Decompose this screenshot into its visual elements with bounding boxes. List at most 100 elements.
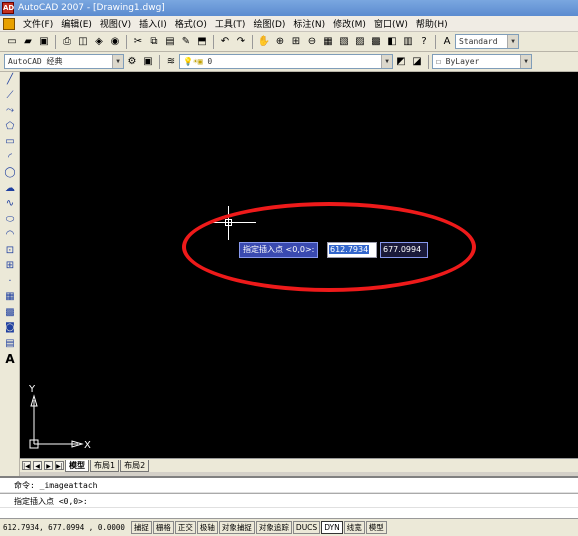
make-object-layer-current-icon[interactable]: ◩ xyxy=(394,55,408,69)
chevron-down-icon: ▼ xyxy=(112,55,123,68)
sheet-set-icon[interactable]: ▩ xyxy=(369,35,383,49)
tab-model[interactable]: 模型 xyxy=(65,459,89,472)
rectangle-icon[interactable]: ▭ xyxy=(0,134,20,150)
cut-icon[interactable]: ✂ xyxy=(131,35,145,49)
ellipse-arc-icon[interactable]: ◠ xyxy=(0,227,20,243)
layer-manager-icon[interactable]: ≋ xyxy=(164,55,178,69)
block-editor-icon[interactable]: ⬒ xyxy=(195,35,209,49)
menu-view[interactable]: 视图(V) xyxy=(96,17,135,30)
lineweight-toggle[interactable]: 线宽 xyxy=(343,521,365,534)
save-workspace-icon[interactable]: ▣ xyxy=(141,55,155,69)
insert-block-icon[interactable]: ⊡ xyxy=(0,243,20,259)
osnap-toggle[interactable]: 对象捕捉 xyxy=(218,521,255,534)
print-icon[interactable]: ⎙ xyxy=(60,35,74,49)
grid-toggle[interactable]: 栅格 xyxy=(152,521,174,534)
next-tab-icon[interactable]: ▶ xyxy=(44,461,53,470)
tool-palettes-icon[interactable]: ▨ xyxy=(353,35,367,49)
make-block-icon[interactable]: ⊞ xyxy=(0,258,20,274)
snap-toggle[interactable]: 捕捉 xyxy=(130,521,152,534)
arc-icon[interactable]: ◜ xyxy=(0,150,20,166)
linetype-select[interactable]: ☐ ByLayer ▼ xyxy=(432,54,532,69)
plot-preview-icon[interactable]: ◫ xyxy=(76,35,90,49)
zoom-window-icon[interactable]: ⊞ xyxy=(289,35,303,49)
menu-format[interactable]: 格式(O) xyxy=(171,17,211,30)
menu-draw[interactable]: 绘图(D) xyxy=(249,17,289,30)
tab-layout2[interactable]: 布局2 xyxy=(120,459,150,472)
layer-select[interactable]: 💡☀▣ 0 ▼ xyxy=(179,54,393,69)
command-current-prompt[interactable]: 指定插入点 <0,0>: xyxy=(0,493,578,508)
menu-window[interactable]: 窗口(W) xyxy=(370,17,412,30)
annotation-highlight-ellipse xyxy=(182,202,476,292)
point-icon[interactable]: · xyxy=(0,274,20,290)
save-icon[interactable]: ▣ xyxy=(37,35,51,49)
line-icon[interactable]: ╱ xyxy=(0,72,20,88)
hatch-icon[interactable]: ▦ xyxy=(0,289,20,305)
otrack-toggle[interactable]: 对象追踪 xyxy=(255,521,292,534)
properties-icon[interactable]: ▦ xyxy=(321,35,335,49)
ucs-y-label: Y xyxy=(28,384,36,395)
toolbar-separator xyxy=(55,34,56,49)
polygon-icon[interactable]: ⬠ xyxy=(0,119,20,135)
construction-line-icon[interactable]: ⟋ xyxy=(0,88,20,104)
table-icon[interactable]: ▤ xyxy=(0,336,20,352)
menu-help[interactable]: 帮助(H) xyxy=(412,17,452,30)
open-file-icon[interactable]: ▰ xyxy=(21,35,35,49)
model-toggle[interactable]: 模型 xyxy=(365,521,387,534)
text-style-icon[interactable]: A xyxy=(440,35,454,49)
undo-icon[interactable]: ↶ xyxy=(218,35,232,49)
text-style-select[interactable]: Standard ▼ xyxy=(455,34,519,49)
last-tab-icon[interactable]: ▶| xyxy=(55,461,64,470)
draw-toolbar: ╱ ⟋ ⤳ ⬠ ▭ ◜ ◯ ☁ ∿ ⬭ ◠ ⊡ ⊞ · ▦ ▩ ◙ ▤ A xyxy=(0,72,20,476)
menu-tools[interactable]: 工具(T) xyxy=(211,17,250,30)
paste-icon[interactable]: ▤ xyxy=(163,35,177,49)
calculator-icon[interactable]: ▥ xyxy=(401,35,415,49)
workspace-settings-icon[interactable]: ⚙ xyxy=(125,55,139,69)
polar-toggle[interactable]: 极轴 xyxy=(196,521,218,534)
redo-icon[interactable]: ↷ xyxy=(234,35,248,49)
region-icon[interactable]: ◙ xyxy=(0,320,20,336)
menu-edit[interactable]: 编辑(E) xyxy=(57,17,96,30)
match-properties-icon[interactable]: ✎ xyxy=(179,35,193,49)
menu-insert[interactable]: 插入(I) xyxy=(135,17,171,30)
gradient-icon[interactable]: ▩ xyxy=(0,305,20,321)
command-history-line: 命令: _imageattach xyxy=(0,478,578,493)
spline-icon[interactable]: ∿ xyxy=(0,196,20,212)
menu-dimension[interactable]: 标注(N) xyxy=(289,17,329,30)
pan-icon[interactable]: ✋ xyxy=(257,35,271,49)
3d-dwf-icon[interactable]: ◉ xyxy=(108,35,122,49)
document-icon[interactable] xyxy=(3,17,15,30)
revision-cloud-icon[interactable]: ☁ xyxy=(0,181,20,197)
publish-icon[interactable]: ◈ xyxy=(92,35,106,49)
menu-file[interactable]: 文件(F) xyxy=(19,17,57,30)
zoom-realtime-icon[interactable]: ⊕ xyxy=(273,35,287,49)
command-window[interactable]: 命令: _imageattach 指定插入点 <0,0>: xyxy=(0,476,578,518)
tab-layout1[interactable]: 布局1 xyxy=(90,459,120,472)
chevron-down-icon: ▼ xyxy=(520,55,531,68)
workspace-value: AutoCAD 经典 xyxy=(8,57,63,66)
circle-icon[interactable]: ◯ xyxy=(0,165,20,181)
first-tab-icon[interactable]: |◀ xyxy=(22,461,31,470)
chevron-down-icon: ▼ xyxy=(507,35,518,48)
design-center-icon[interactable]: ▧ xyxy=(337,35,351,49)
coordinate-readout[interactable]: 612.7934, 677.0994 , 0.0000 xyxy=(3,523,125,532)
drawing-canvas[interactable]: 指定插入点 <0,0>: 612.7934 677.0994 Y X xyxy=(20,72,578,458)
autocad-app-icon[interactable]: AD xyxy=(2,2,14,14)
dyn-toggle[interactable]: DYN xyxy=(321,521,343,534)
layer-previous-icon[interactable]: ◪ xyxy=(410,55,424,69)
zoom-previous-icon[interactable]: ⊖ xyxy=(305,35,319,49)
help-icon[interactable]: ? xyxy=(417,35,431,49)
workspace-layer-toolbar: AutoCAD 经典 ▼ ⚙ ▣ ≋ 💡☀▣ 0 ▼ ◩ ◪ ☐ ByLayer… xyxy=(0,52,578,72)
new-file-icon[interactable]: ▭ xyxy=(5,35,19,49)
markup-icon[interactable]: ◧ xyxy=(385,35,399,49)
prev-tab-icon[interactable]: ◀ xyxy=(33,461,42,470)
menu-modify[interactable]: 修改(M) xyxy=(329,17,370,30)
multiline-text-icon[interactable]: A xyxy=(0,351,20,367)
polyline-icon[interactable]: ⤳ xyxy=(0,103,20,119)
ortho-toggle[interactable]: 正交 xyxy=(174,521,196,534)
workspace-select[interactable]: AutoCAD 经典 ▼ xyxy=(4,54,124,69)
copy-icon[interactable]: ⧉ xyxy=(147,35,161,49)
ducs-toggle[interactable]: DUCS xyxy=(292,521,321,534)
ellipse-icon[interactable]: ⬭ xyxy=(0,212,20,228)
layout-tab-bar: |◀ ◀ ▶ ▶| 模型 布局1 布局2 xyxy=(20,458,578,472)
ucs-icon: Y X xyxy=(28,384,91,451)
